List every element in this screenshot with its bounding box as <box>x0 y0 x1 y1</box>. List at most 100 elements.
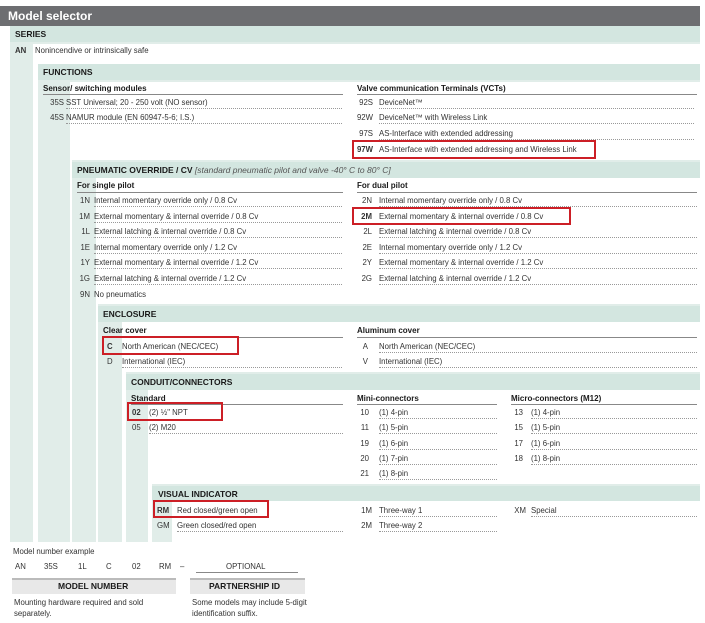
vct-code: 97S <box>359 129 373 138</box>
clear-desc: International (IEC) <box>122 357 186 366</box>
single-code: 1L <box>81 227 90 236</box>
single-code: 1N <box>80 196 90 205</box>
highlight-box <box>352 140 596 159</box>
pneumatic-title: PNEUMATIC OVERRIDE / CV <box>77 165 193 175</box>
series-desc: Nonincendive or intrinsically safe <box>35 46 149 55</box>
page-title: Model selector <box>8 9 93 23</box>
pneumatic-note: [standard pneumatic pilot and valve -40°… <box>194 165 391 175</box>
enclosure-header: ENCLOSURE <box>103 309 157 319</box>
vct-header: Valve communication Terminals (VCTs) <box>357 84 506 93</box>
dual-desc: External latching & internal override / … <box>379 227 532 236</box>
micro-desc: (1) 4-pin <box>531 408 561 417</box>
vct-code: 92S <box>359 98 373 107</box>
std-code: 05 <box>132 423 141 432</box>
mini-desc: (1) 4-pin <box>379 408 409 417</box>
single-code: 1E <box>80 243 90 252</box>
functions-header: FUNCTIONS <box>43 67 93 77</box>
visual-header: VISUAL INDICATOR <box>158 489 238 499</box>
visual-code: 1M <box>361 506 372 515</box>
pneumatic-header: PNEUMATIC OVERRIDE / CV [standard pneuma… <box>77 165 391 175</box>
sensor-code: 45S <box>50 113 64 122</box>
single-code: 1M <box>79 212 90 221</box>
single-code: 1Y <box>80 258 90 267</box>
dual-desc: External latching & internal override / … <box>379 274 532 283</box>
micro-desc: (1) 8-pin <box>531 454 561 463</box>
alum-code: V <box>362 357 368 366</box>
highlight-box <box>352 207 571 225</box>
dual-code: 2L <box>363 227 372 236</box>
vct-code: 92W <box>356 113 373 122</box>
mini-desc: (1) 7-pin <box>379 454 409 463</box>
conduit-header: CONDUIT/CONNECTORS <box>131 377 233 387</box>
aluminum-cover-header: Aluminum cover <box>357 326 420 335</box>
mini-desc: (1) 6-pin <box>379 439 409 448</box>
example-part: – <box>180 562 185 571</box>
visual-desc: Special <box>531 506 557 515</box>
highlight-box <box>127 402 223 421</box>
sensor-code: 35S <box>50 98 64 107</box>
vct-desc: DeviceNet™ with Wireless Link <box>379 113 488 122</box>
dual-pilot-header: For dual pilot <box>357 181 408 190</box>
visual-desc: Three-way 2 <box>379 521 423 530</box>
series-code: AN <box>15 46 27 55</box>
highlight-box <box>153 500 269 518</box>
dual-code: 2Y <box>362 258 372 267</box>
partnership-note: Some models may include 5-digit identifi… <box>192 598 307 618</box>
dual-desc: Internal momentary override only / 0.8 C… <box>379 196 523 205</box>
micro-header: Micro-connectors (M12) <box>511 394 602 403</box>
single-desc: External latching & internal override / … <box>94 274 247 283</box>
single-desc: Internal momentary override only / 1.2 C… <box>94 243 238 252</box>
example-part: 35S <box>44 562 58 571</box>
single-desc: External momentary & internal override /… <box>94 212 259 221</box>
mini-code: 10 <box>360 408 369 417</box>
visual-code: 2M <box>361 521 372 530</box>
micro-code: 15 <box>514 423 523 432</box>
highlight-box <box>102 336 239 355</box>
example-part: 1L <box>78 562 87 571</box>
mini-code: 19 <box>360 439 369 448</box>
dual-code: 2G <box>361 274 372 283</box>
dual-code: 2E <box>362 243 372 252</box>
single-code: 9N <box>80 290 90 299</box>
mini-desc: (1) 8-pin <box>379 469 409 478</box>
mini-code: 11 <box>360 423 369 432</box>
visual-code: GM <box>157 521 170 530</box>
model-number-note: Mounting hardware required and sold sepa… <box>14 598 144 618</box>
mini-code: 21 <box>360 469 369 478</box>
clear-cover-header: Clear cover <box>103 326 147 335</box>
sensor-desc: SST Universal; 20 - 250 volt (NO sensor) <box>66 98 208 107</box>
mini-header: Mini-connectors <box>357 394 419 403</box>
model-number-label: MODEL NUMBER <box>58 581 129 591</box>
micro-code: 17 <box>514 439 523 448</box>
single-code: 1G <box>79 274 90 283</box>
example-part: 02 <box>132 562 141 571</box>
alum-code: A <box>362 342 368 351</box>
clear-code: D <box>107 357 113 366</box>
example-part: AN <box>15 562 26 571</box>
vct-desc: DeviceNet™ <box>379 98 423 107</box>
mini-desc: (1) 5-pin <box>379 423 409 432</box>
std-desc: (2) M20 <box>149 423 176 432</box>
micro-desc: (1) 6-pin <box>531 439 561 448</box>
example-label: Model number example <box>13 547 95 556</box>
series-header: SERIES <box>15 29 47 39</box>
visual-desc: Three-way 1 <box>379 506 423 515</box>
title-bar: Model selector <box>0 6 700 26</box>
single-desc: External momentary & internal override /… <box>94 258 259 267</box>
alum-desc: International (IEC) <box>379 357 443 366</box>
example-part: C <box>106 562 112 571</box>
partnership-label: PARTNERSHIP ID <box>209 581 281 591</box>
single-pilot-header: For single pilot <box>77 181 135 190</box>
dual-code: 2N <box>362 196 372 205</box>
vct-desc: AS-Interface with extended addressing <box>379 129 513 138</box>
micro-desc: (1) 5-pin <box>531 423 561 432</box>
single-desc: No pneumatics <box>94 290 147 299</box>
dual-desc: Internal momentary override only / 1.2 C… <box>379 243 523 252</box>
dual-desc: External momentary & internal override /… <box>379 258 544 267</box>
single-desc: Internal momentary override only / 0.8 C… <box>94 196 238 205</box>
example-part: RM <box>159 562 172 571</box>
visual-code: XM <box>514 506 526 515</box>
micro-code: 18 <box>514 454 523 463</box>
visual-desc: Green closed/red open <box>177 521 257 530</box>
sensor-header: Sensor/ switching modules <box>43 84 147 93</box>
